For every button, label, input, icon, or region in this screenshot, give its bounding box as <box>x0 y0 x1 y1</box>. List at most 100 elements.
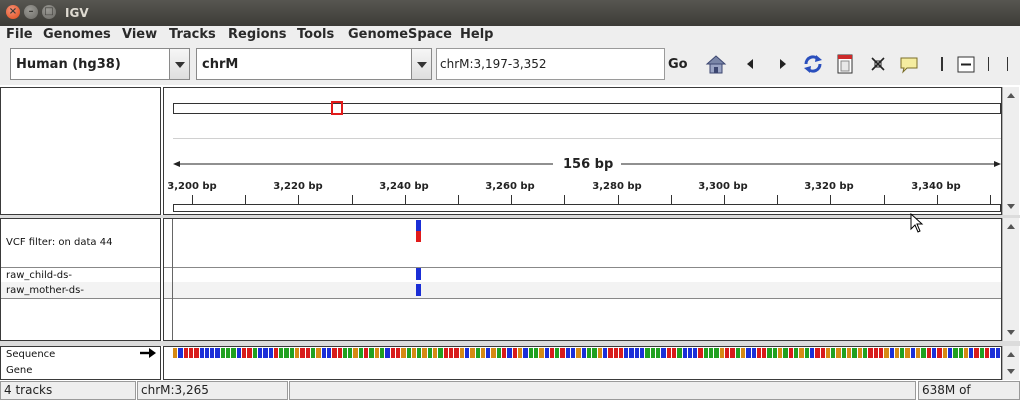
sequence-base <box>252 348 257 358</box>
ruler-tick <box>618 195 619 204</box>
status-memory[interactable]: 638M of 1,599M <box>918 381 1020 401</box>
chevron-down-icon[interactable] <box>169 49 189 79</box>
sequence-base <box>597 348 602 358</box>
sequence-base <box>772 348 778 358</box>
chromosome-ideogram[interactable] <box>173 103 1001 114</box>
data-scrollbar[interactable] <box>1002 218 1019 341</box>
track-label-sequence[interactable]: Sequence <box>6 349 55 360</box>
genome-value: Human (hg38) <box>16 57 121 72</box>
sequence-base <box>528 348 533 358</box>
sequence-base <box>709 348 714 358</box>
scroll-up-icon[interactable] <box>1007 224 1015 229</box>
sequence-base <box>549 348 555 358</box>
track-row-shade <box>164 282 1001 298</box>
chevron-down-icon[interactable] <box>411 49 431 79</box>
track-label-child[interactable]: raw_child-ds- <box>6 270 72 281</box>
home-icon[interactable] <box>705 53 727 75</box>
sequence-base <box>878 348 884 358</box>
sequence-base <box>395 348 401 358</box>
menu-genomes[interactable]: Genomes <box>43 27 111 42</box>
track-label-mother[interactable]: raw_mother-ds- <box>6 285 84 296</box>
zoom-out-icon[interactable] <box>955 53 977 75</box>
sequence-base <box>969 348 974 358</box>
menu-tools[interactable]: Tools <box>297 27 334 42</box>
sequence-base <box>650 348 655 358</box>
sequence-base <box>677 348 682 358</box>
tick-label: 3,260 bp <box>485 181 535 192</box>
sequence-base <box>475 348 480 358</box>
menu-help[interactable]: Help <box>460 27 493 42</box>
sequence-base <box>220 348 226 358</box>
resize-icon[interactable] <box>867 53 889 75</box>
tick-label: 3,340 bp <box>911 181 961 192</box>
menu-genomespace[interactable]: GenomeSpace <box>348 27 452 42</box>
sequence-base <box>443 348 448 358</box>
sequence-base <box>634 348 640 358</box>
sequence-base <box>555 348 560 358</box>
sequence-base <box>868 348 873 358</box>
sequence-base <box>380 348 385 358</box>
sequence-base <box>539 348 544 358</box>
variant-mark-vcf-blue[interactable] <box>416 220 421 231</box>
go-button[interactable]: Go <box>668 57 688 72</box>
sequence-base <box>942 348 947 358</box>
menu-file[interactable]: File <box>6 27 33 42</box>
feature-scrollbar[interactable] <box>1002 346 1019 380</box>
sequence-base <box>799 348 804 358</box>
scroll-down-icon[interactable] <box>1007 369 1015 374</box>
current-region-marker <box>331 101 343 115</box>
back-arrow-icon[interactable] <box>740 53 762 75</box>
sequence-base <box>533 348 539 358</box>
variant-mark-vcf-red[interactable] <box>416 231 421 242</box>
popup-text-icon[interactable] <box>898 53 920 75</box>
strand-arrow-icon[interactable] <box>140 348 156 358</box>
sequence-base <box>507 348 512 358</box>
window-maximize-button[interactable]: □ <box>42 5 56 19</box>
chromosome-dropdown[interactable]: chrM <box>196 48 432 80</box>
sequence-base <box>910 348 916 358</box>
sequence-base <box>788 348 793 358</box>
window-minimize-button[interactable]: – <box>24 5 38 19</box>
sequence-track[interactable] <box>173 348 1001 358</box>
scroll-up-icon[interactable] <box>1007 93 1015 98</box>
minimize-icon: – <box>28 6 34 17</box>
window-close-button[interactable]: × <box>6 5 20 19</box>
sequence-base <box>401 348 406 358</box>
sequence-base <box>894 348 900 358</box>
sequence-base <box>592 348 597 358</box>
ruler-scrollbar[interactable] <box>1002 87 1019 215</box>
refresh-icon[interactable] <box>802 53 824 75</box>
scroll-up-icon[interactable] <box>1007 352 1015 357</box>
menu-tracks[interactable]: Tracks <box>169 27 216 42</box>
sequence-base <box>587 348 592 358</box>
sequence-base <box>178 348 183 358</box>
sequence-base <box>714 348 719 358</box>
sequence-base <box>210 348 215 358</box>
title-bar: × – □ IGV <box>0 0 1020 26</box>
genotype-mark-mother[interactable] <box>416 284 421 296</box>
scroll-down-icon[interactable] <box>1007 204 1015 209</box>
track-label-gene[interactable]: Gene <box>6 365 32 376</box>
forward-arrow-icon[interactable] <box>771 53 793 75</box>
genome-dropdown[interactable]: Human (hg38) <box>10 48 190 80</box>
sequence-base <box>576 348 581 358</box>
sequence-base <box>358 348 364 358</box>
sequence-base <box>342 348 348 358</box>
sequence-base <box>284 348 289 358</box>
menu-regions[interactable]: Regions <box>228 27 287 42</box>
sequence-base <box>268 348 273 358</box>
region-of-interest-icon[interactable] <box>834 53 856 75</box>
sequence-base <box>486 348 491 358</box>
menu-view[interactable]: View <box>122 27 157 42</box>
ruler-tick <box>511 195 512 204</box>
track-label-vcf[interactable]: VCF filter: on data 44 <box>6 237 112 248</box>
sequence-base <box>188 348 194 358</box>
sequence-base <box>863 348 868 358</box>
tick-label: 3,320 bp <box>804 181 854 192</box>
sequence-base <box>173 348 178 358</box>
sequence-base <box>857 348 862 358</box>
sequence-base <box>427 348 433 358</box>
scroll-down-icon[interactable] <box>1007 330 1015 335</box>
genotype-mark-child[interactable] <box>416 268 421 280</box>
locus-input[interactable] <box>436 48 665 80</box>
